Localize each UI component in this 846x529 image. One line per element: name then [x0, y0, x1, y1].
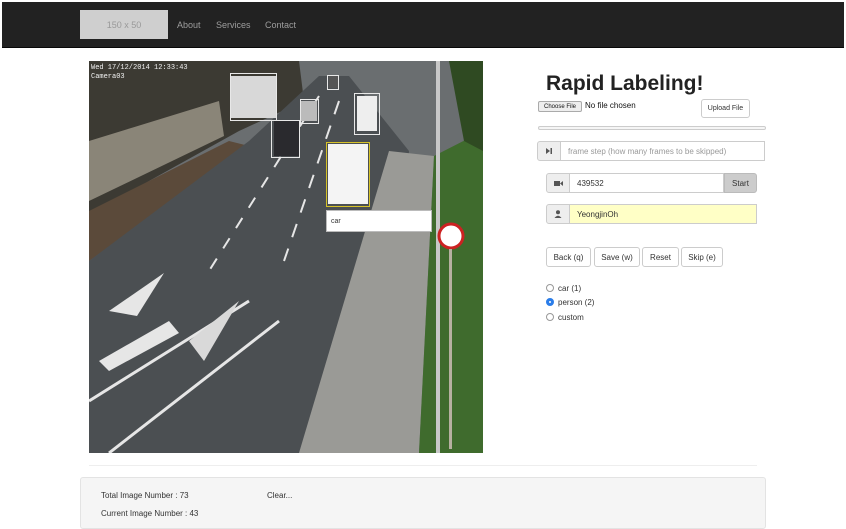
username-group	[546, 204, 757, 224]
video-id-group: Start	[546, 173, 757, 193]
video-frame[interactable]: Wed 17/12/2014 12:33:43 Camera03 car	[89, 61, 483, 453]
video-camera-icon	[546, 173, 570, 193]
total-image-number: Total Image Number : 73	[101, 491, 189, 500]
frame-step-group	[537, 141, 765, 161]
skip-button[interactable]: Skip (e)	[681, 247, 723, 267]
save-button[interactable]: Save (w)	[594, 247, 640, 267]
step-forward-icon	[537, 141, 561, 161]
radio-car[interactable]	[546, 284, 554, 292]
start-button[interactable]: Start	[724, 173, 757, 193]
no-file-chosen-text: No file chosen	[585, 101, 636, 110]
page-title: Rapid Labeling!	[546, 72, 704, 95]
video-id-input[interactable]	[570, 173, 724, 193]
nav-link-contact[interactable]: Contact	[265, 20, 296, 30]
camera-line: Camera03	[91, 73, 125, 81]
timestamp-line: Wed 17/12/2014 12:33:43	[91, 64, 188, 72]
nav-link-services[interactable]: Services	[216, 20, 251, 30]
clear-link[interactable]: Clear...	[267, 491, 292, 500]
username-input[interactable]	[570, 204, 757, 224]
bbox-label-popup[interactable]: car	[326, 210, 432, 232]
divider	[89, 465, 757, 466]
frame-step-input[interactable]	[561, 141, 765, 161]
bounding-box[interactable]	[354, 93, 380, 135]
brand-logo-placeholder[interactable]: 150 x 50	[80, 10, 168, 39]
user-icon	[546, 204, 570, 224]
selected-bounding-box[interactable]	[326, 142, 370, 207]
reset-button[interactable]: Reset	[642, 247, 679, 267]
upload-progress-bar	[538, 126, 766, 130]
stats-well: Total Image Number : 73 Clear... Current…	[80, 477, 766, 529]
navbar: 150 x 50 About Services Contact	[2, 2, 844, 48]
bounding-box[interactable]	[327, 75, 339, 90]
class-label: person (2)	[558, 297, 595, 307]
class-label: car (1)	[558, 283, 582, 293]
class-option-person[interactable]: person (2)	[546, 297, 594, 307]
class-label: custom	[558, 312, 584, 322]
frame-timestamp: Wed 17/12/2014 12:33:43 Camera03	[91, 64, 188, 82]
bounding-box[interactable]	[271, 120, 300, 158]
bounding-box[interactable]	[300, 99, 319, 124]
radio-person[interactable]	[546, 298, 554, 306]
choose-file-button[interactable]: Choose File	[538, 101, 582, 112]
back-button[interactable]: Back (q)	[546, 247, 591, 267]
class-option-custom[interactable]: custom	[546, 312, 584, 322]
radio-custom[interactable]	[546, 313, 554, 321]
class-option-car[interactable]: car (1)	[546, 283, 581, 293]
current-image-number: Current Image Number : 43	[101, 509, 199, 518]
upload-file-button[interactable]: Upload File	[701, 99, 750, 118]
nav-link-about[interactable]: About	[177, 20, 201, 30]
bounding-box[interactable]	[230, 73, 277, 121]
